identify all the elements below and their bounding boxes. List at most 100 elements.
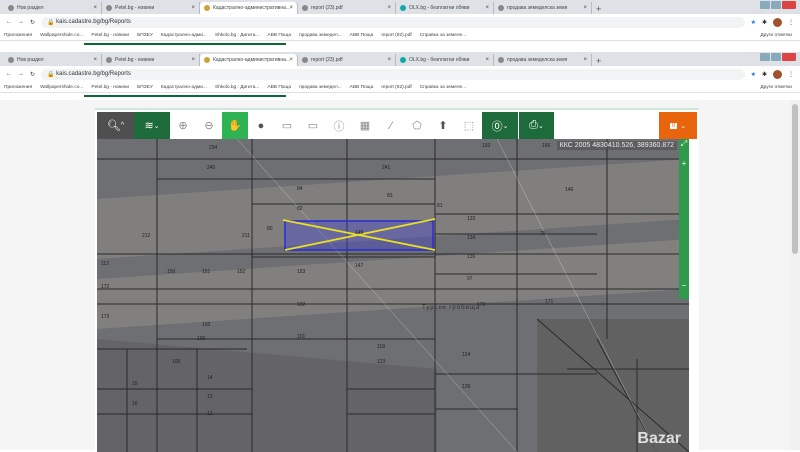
fullscreen-icon[interactable]: ⤢ xyxy=(679,139,689,153)
zoom-slider[interactable]: ⤢ + − xyxy=(679,139,689,299)
zoom-in-control[interactable]: + xyxy=(679,159,689,173)
zoom-out-button[interactable]: ⊖ xyxy=(196,112,222,139)
globe-button[interactable]: ● xyxy=(248,112,274,139)
rect-add-button[interactable]: ▭ xyxy=(274,112,300,139)
bookmark[interactable]: БПЗЕУ xyxy=(137,33,153,38)
maximize-button[interactable] xyxy=(771,53,781,61)
bookmark[interactable]: report (92).pdf xyxy=(381,33,411,38)
rect-remove-button[interactable]: ▭ xyxy=(300,112,326,139)
info-button[interactable]: ⓘ xyxy=(326,112,352,139)
bookmark[interactable]: Кадастрално-адми... xyxy=(161,33,207,38)
cadastral-map[interactable]: 234 193 166 240 241 84 146 83 82 81 112 … xyxy=(97,139,689,452)
avatar[interactable] xyxy=(773,17,782,27)
other-bookmarks[interactable]: Други отметки xyxy=(760,33,792,38)
minimize-button[interactable] xyxy=(760,53,770,61)
tab[interactable]: report (23).pdf × xyxy=(298,2,396,14)
bookmark[interactable]: Справка за земеле... xyxy=(420,33,466,38)
tab-active[interactable]: Кадастрално-административна... × xyxy=(200,2,298,14)
bookmark[interactable]: ABB Поща xyxy=(350,85,374,90)
bookmark[interactable]: Кадастрално-адми... xyxy=(161,85,207,90)
search-button[interactable]: 🔍︎ ^ xyxy=(97,112,134,139)
upload-button[interactable]: ⬆ xyxy=(430,112,456,139)
ruler-button[interactable]: ⁄ xyxy=(378,112,404,139)
tab[interactable]: Petel.bg - новини × xyxy=(102,2,200,14)
forward-icon[interactable]: → xyxy=(18,19,24,25)
close-icon[interactable]: × xyxy=(387,5,391,11)
close-icon[interactable]: × xyxy=(93,57,97,63)
layers-button[interactable]: ≋ ⌄ xyxy=(134,112,170,139)
close-icon[interactable]: × xyxy=(387,57,391,63)
url-field[interactable]: 🔒 kais.cadastre.bg/bg/Reports xyxy=(41,16,745,28)
close-icon[interactable]: × xyxy=(583,5,587,11)
back-icon[interactable]: ← xyxy=(6,19,12,25)
close-icon[interactable]: × xyxy=(583,57,587,63)
bookmark[interactable]: Shkolo.bg : Дигита... xyxy=(215,33,260,38)
new-tab-button[interactable]: + xyxy=(596,4,601,14)
close-icon[interactable]: × xyxy=(485,5,489,11)
tab[interactable]: продава земеделска земя × xyxy=(494,2,592,14)
pan-button[interactable]: ✋ xyxy=(222,112,248,139)
tab[interactable]: OLX.bg - безплатни обяви × xyxy=(396,54,494,66)
menu-icon[interactable]: ⋮ xyxy=(788,19,794,26)
close-icon[interactable]: × xyxy=(191,5,195,11)
menu-button[interactable]: 0 ⌄ xyxy=(659,112,697,139)
bookmark[interactable]: Petel.bg - новини xyxy=(91,85,129,90)
selected-parcel[interactable] xyxy=(97,139,689,452)
close-icon[interactable]: × xyxy=(485,57,489,63)
tab[interactable]: report (23).pdf × xyxy=(298,54,396,66)
tab[interactable]: OLX.bg - безплатни обяви × xyxy=(396,2,494,14)
page-scrollbar[interactable] xyxy=(790,100,800,450)
bookmark[interactable]: report (92).pdf xyxy=(381,85,411,90)
polygon-button[interactable]: ⬠ xyxy=(404,112,430,139)
bookmark[interactable]: Wallpapershide.co... xyxy=(40,33,83,38)
tab[interactable]: Petel.bg - новини × xyxy=(102,54,200,66)
zoom-out-control[interactable]: − xyxy=(679,281,689,295)
identify-button[interactable]: ⓪ ⌄ xyxy=(482,112,518,139)
tab[interactable]: продава земеделска земя × xyxy=(494,54,592,66)
menu-icon[interactable]: ⋮ xyxy=(788,71,794,78)
close-window-button[interactable] xyxy=(782,53,796,61)
select-area-button[interactable]: ⬚ xyxy=(456,112,482,139)
url-field[interactable]: 🔒 kais.cadastre.bg/bg/Reports xyxy=(41,68,745,80)
bookmark[interactable]: продава земедел... xyxy=(299,33,342,38)
minimize-button[interactable] xyxy=(760,1,770,9)
close-window-button[interactable] xyxy=(782,1,796,9)
zoom-track[interactable] xyxy=(679,173,689,281)
extensions-icon[interactable]: ✱ xyxy=(762,19,767,26)
back-icon[interactable]: ← xyxy=(6,71,12,77)
close-icon[interactable]: × xyxy=(289,5,293,11)
tab-active[interactable]: Кадастрално-административна... × xyxy=(200,54,298,66)
scrollbar-thumb[interactable] xyxy=(792,104,798,254)
close-icon[interactable]: × xyxy=(191,57,195,63)
new-tab-button[interactable]: + xyxy=(596,56,601,66)
bookmark[interactable]: Petel.bg - новини xyxy=(91,33,129,38)
reload-icon[interactable]: ↻ xyxy=(30,71,35,78)
bookmark[interactable]: Приложения xyxy=(4,33,32,38)
bookmark[interactable]: ABB Поща xyxy=(267,85,291,90)
site-icon xyxy=(400,57,406,63)
bookmark[interactable]: Приложения xyxy=(4,85,32,90)
maximize-button[interactable] xyxy=(771,1,781,9)
tab[interactable]: Нов раздел × xyxy=(4,54,102,66)
tab[interactable]: Нов раздел × xyxy=(4,2,102,14)
measure-select-button[interactable]: ▦ xyxy=(352,112,378,139)
reload-icon[interactable]: ↻ xyxy=(30,19,35,26)
bookmark[interactable]: Справка за земеле... xyxy=(420,85,466,90)
bookmark[interactable]: БПЗЕУ xyxy=(137,85,153,90)
bookmark[interactable]: продава земедел... xyxy=(299,85,342,90)
parcel-label: 153 xyxy=(297,269,306,275)
close-icon[interactable]: × xyxy=(93,5,97,11)
close-icon[interactable]: × xyxy=(289,57,293,63)
forward-icon[interactable]: → xyxy=(18,71,24,77)
star-icon[interactable]: ★ xyxy=(751,19,756,26)
bookmark[interactable]: Wallpapershide.co... xyxy=(40,85,83,90)
star-icon[interactable]: ★ xyxy=(751,71,756,78)
bookmark[interactable]: ABB Поща xyxy=(350,33,374,38)
avatar[interactable] xyxy=(773,69,782,79)
bookmark[interactable]: ABB Поща xyxy=(267,33,291,38)
bookmark[interactable]: Shkolo.bg : Дигита... xyxy=(215,85,260,90)
print-button[interactable]: ⎙ ⌄ xyxy=(518,112,554,139)
zoom-in-button[interactable]: ⊕ xyxy=(170,112,196,139)
extensions-icon[interactable]: ✱ xyxy=(762,71,767,78)
other-bookmarks[interactable]: Други отметки xyxy=(760,85,792,90)
